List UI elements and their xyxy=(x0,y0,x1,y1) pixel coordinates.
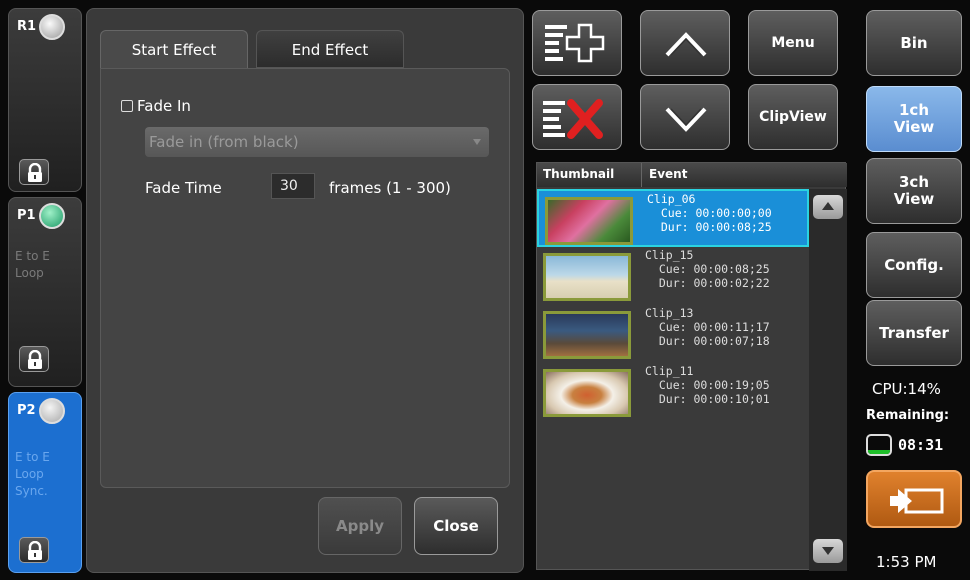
chevron-down-icon xyxy=(665,107,707,132)
tab-start-effect[interactable]: Start Effect xyxy=(100,30,248,68)
cpu-usage: CPU:14% xyxy=(872,380,941,398)
dropdown-arrow-icon xyxy=(473,139,481,145)
remaining-label: Remaining: xyxy=(866,408,950,423)
channel-name: R1 xyxy=(17,19,37,34)
bin-button[interactable]: Bin xyxy=(866,10,962,76)
channel-mode: Sync. xyxy=(15,484,48,498)
status-led-icon xyxy=(39,14,65,40)
channel-p2[interactable]: P2 E to E Loop Sync. xyxy=(8,392,82,573)
add-list-icon xyxy=(545,23,605,63)
1ch-view-button[interactable]: 1ch View xyxy=(866,86,962,152)
tab-content: Fade In Fade in (from black) Fade Time 3… xyxy=(100,68,510,488)
config-button[interactable]: Config. xyxy=(866,232,962,298)
tab-end-effect[interactable]: End Effect xyxy=(256,30,404,68)
list-item[interactable]: Clip_13 Cue: 00:00:11;17 Dur: 00:00:07;1… xyxy=(537,305,809,363)
channel-r1[interactable]: R1 xyxy=(8,8,82,192)
clip-view-label: Clip View xyxy=(759,109,827,125)
scroll-down-button[interactable] xyxy=(813,539,843,563)
disk-icon xyxy=(866,434,892,456)
list-item[interactable]: Clip_11 Cue: 00:00:19;05 Dur: 00:00:10;0… xyxy=(537,363,809,421)
add-event-button[interactable] xyxy=(532,10,622,76)
clip-view-button[interactable]: Clip View xyxy=(748,84,838,150)
list-header: Thumbnail Event xyxy=(537,163,847,187)
channel-name: P1 xyxy=(17,208,36,223)
menu-label: Menu xyxy=(771,35,815,51)
fade-time-units: frames (1 - 300) xyxy=(329,179,451,197)
back-arrow-icon xyxy=(890,488,944,514)
channel-mode: Loop xyxy=(15,266,44,280)
effect-select[interactable]: Fade in (from black) xyxy=(145,127,489,157)
arrow-down-icon xyxy=(822,547,834,555)
lock-icon xyxy=(28,350,42,369)
3ch-view-label: 3ch View xyxy=(893,173,935,208)
lock-button[interactable] xyxy=(19,159,49,185)
fade-in-checkbox[interactable] xyxy=(121,100,133,112)
apply-button[interactable]: Apply xyxy=(318,497,402,555)
clip-thumbnail xyxy=(543,369,631,417)
status-led-icon xyxy=(39,398,65,424)
clip-thumbnail xyxy=(543,253,631,301)
delete-event-button[interactable] xyxy=(532,84,622,150)
lock-icon xyxy=(28,541,42,560)
fade-in-row[interactable]: Fade In xyxy=(121,97,191,115)
fade-in-label: Fade In xyxy=(137,97,191,115)
move-down-button[interactable] xyxy=(640,84,730,150)
scroll-up-button[interactable] xyxy=(813,195,843,219)
channel-mode: Loop xyxy=(15,467,44,481)
fade-time-label: Fade Time xyxy=(145,179,222,197)
channel-mode: E to E xyxy=(15,450,50,464)
event-info: Clip_11 Cue: 00:00:19;05 Dur: 00:00:10;0… xyxy=(645,364,770,406)
remaining-value: 08:31 xyxy=(898,436,944,454)
list-scrollbar[interactable] xyxy=(809,189,847,571)
column-thumbnail: Thumbnail xyxy=(543,167,615,181)
fade-time-input[interactable]: 30 xyxy=(271,173,315,199)
delete-list-icon xyxy=(543,99,603,139)
clip-list: Thumbnail Event Clip_06 Cue: 00:00:00;00… xyxy=(536,162,847,571)
arrow-up-icon xyxy=(822,202,834,210)
1ch-view-label: 1ch View xyxy=(893,101,935,136)
lock-icon xyxy=(28,163,42,182)
lock-button[interactable] xyxy=(19,346,49,372)
close-button[interactable]: Close xyxy=(414,497,498,555)
3ch-view-button[interactable]: 3ch View xyxy=(866,158,962,224)
menu-button[interactable]: Menu xyxy=(748,10,838,76)
channel-mode: E to E xyxy=(15,249,50,263)
list-item[interactable]: Clip_15 Cue: 00:00:08;25 Dur: 00:00:02;2… xyxy=(537,247,809,305)
move-up-button[interactable] xyxy=(640,10,730,76)
lock-button[interactable] xyxy=(19,537,49,563)
clip-thumbnail xyxy=(545,197,633,245)
column-event: Event xyxy=(649,167,688,181)
status-led-icon xyxy=(39,203,65,229)
effect-select-value: Fade in (from black) xyxy=(149,133,299,151)
clip-thumbnail xyxy=(543,311,631,359)
transfer-button[interactable]: Transfer xyxy=(866,300,962,366)
clock: 1:53 PM xyxy=(876,553,937,571)
back-button[interactable] xyxy=(866,470,962,528)
event-info: Clip_13 Cue: 00:00:11;17 Dur: 00:00:07;1… xyxy=(645,306,770,348)
list-item[interactable]: Clip_06 Cue: 00:00:00;00 Dur: 00:00:08;2… xyxy=(537,189,809,247)
chevron-up-icon xyxy=(665,32,707,57)
channel-p1[interactable]: P1 E to E Loop xyxy=(8,197,82,387)
event-info: Clip_06 Cue: 00:00:00;00 Dur: 00:00:08;2… xyxy=(647,192,772,234)
channel-name: P2 xyxy=(17,403,36,418)
event-info: Clip_15 Cue: 00:00:08;25 Dur: 00:00:02;2… xyxy=(645,248,770,290)
